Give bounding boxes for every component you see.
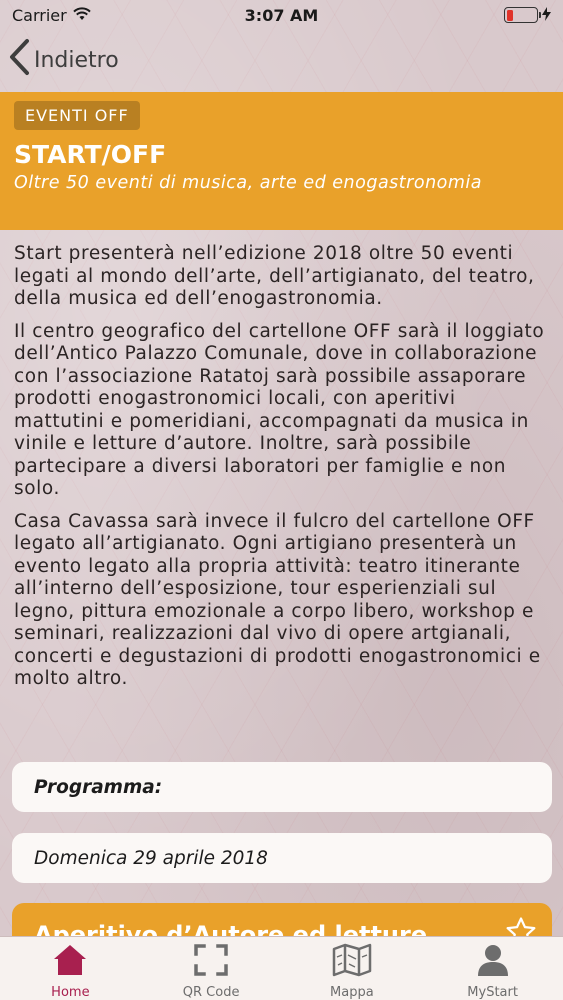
map-icon	[332, 943, 372, 985]
program-date-card: Domenica 29 aprile 2018	[12, 833, 552, 883]
tab-map-label: Mappa	[330, 985, 374, 1000]
status-left: Carrier	[12, 6, 91, 25]
back-label: Indietro	[34, 47, 119, 73]
carrier-label: Carrier	[12, 5, 67, 25]
chevron-left-icon	[8, 38, 30, 82]
tab-bar: Home QR Code Mappa MyStart	[0, 936, 563, 1000]
event-description: Start presenterà nell’edizione 2018 oltr…	[14, 243, 550, 701]
program-date: Domenica 29 aprile 2018	[34, 847, 268, 869]
page-subtitle: Oltre 50 eventi di musica, arte ed enoga…	[14, 173, 482, 193]
tab-mystart[interactable]: MyStart	[422, 937, 563, 1000]
wifi-icon	[73, 6, 91, 25]
charging-icon	[542, 6, 551, 25]
program-label-card: Programma:	[12, 762, 552, 812]
tab-map[interactable]: Mappa	[282, 937, 423, 1000]
description-paragraph: Start presenterà nell’edizione 2018 oltr…	[14, 243, 535, 309]
battery-icon	[504, 7, 541, 23]
status-bar: Carrier 3:07 AM	[0, 0, 563, 30]
tab-qr-code-label: QR Code	[182, 985, 240, 1000]
page-title: START/OFF	[14, 140, 167, 169]
tab-qr-code[interactable]: QR Code	[141, 937, 282, 1000]
description-paragraph: Il centro geografico del cartellone OFF …	[14, 320, 545, 500]
description-paragraph: Casa Cavassa sarà invece il fulcro del c…	[14, 510, 541, 690]
user-icon	[475, 943, 511, 985]
tab-home[interactable]: Home	[0, 937, 141, 1000]
status-right	[504, 6, 551, 25]
category-badge: EVENTI OFF	[14, 101, 140, 130]
back-button[interactable]: Indietro	[8, 38, 119, 82]
nav-bar: Indietro	[0, 30, 563, 90]
tab-mystart-label: MyStart	[467, 985, 518, 1000]
tab-home-label: Home	[51, 985, 90, 1000]
program-label: Programma:	[34, 776, 163, 798]
event-header: EVENTI OFF START/OFF Oltre 50 eventi di …	[0, 92, 563, 230]
qr-code-icon	[193, 943, 229, 985]
home-icon	[52, 943, 88, 985]
